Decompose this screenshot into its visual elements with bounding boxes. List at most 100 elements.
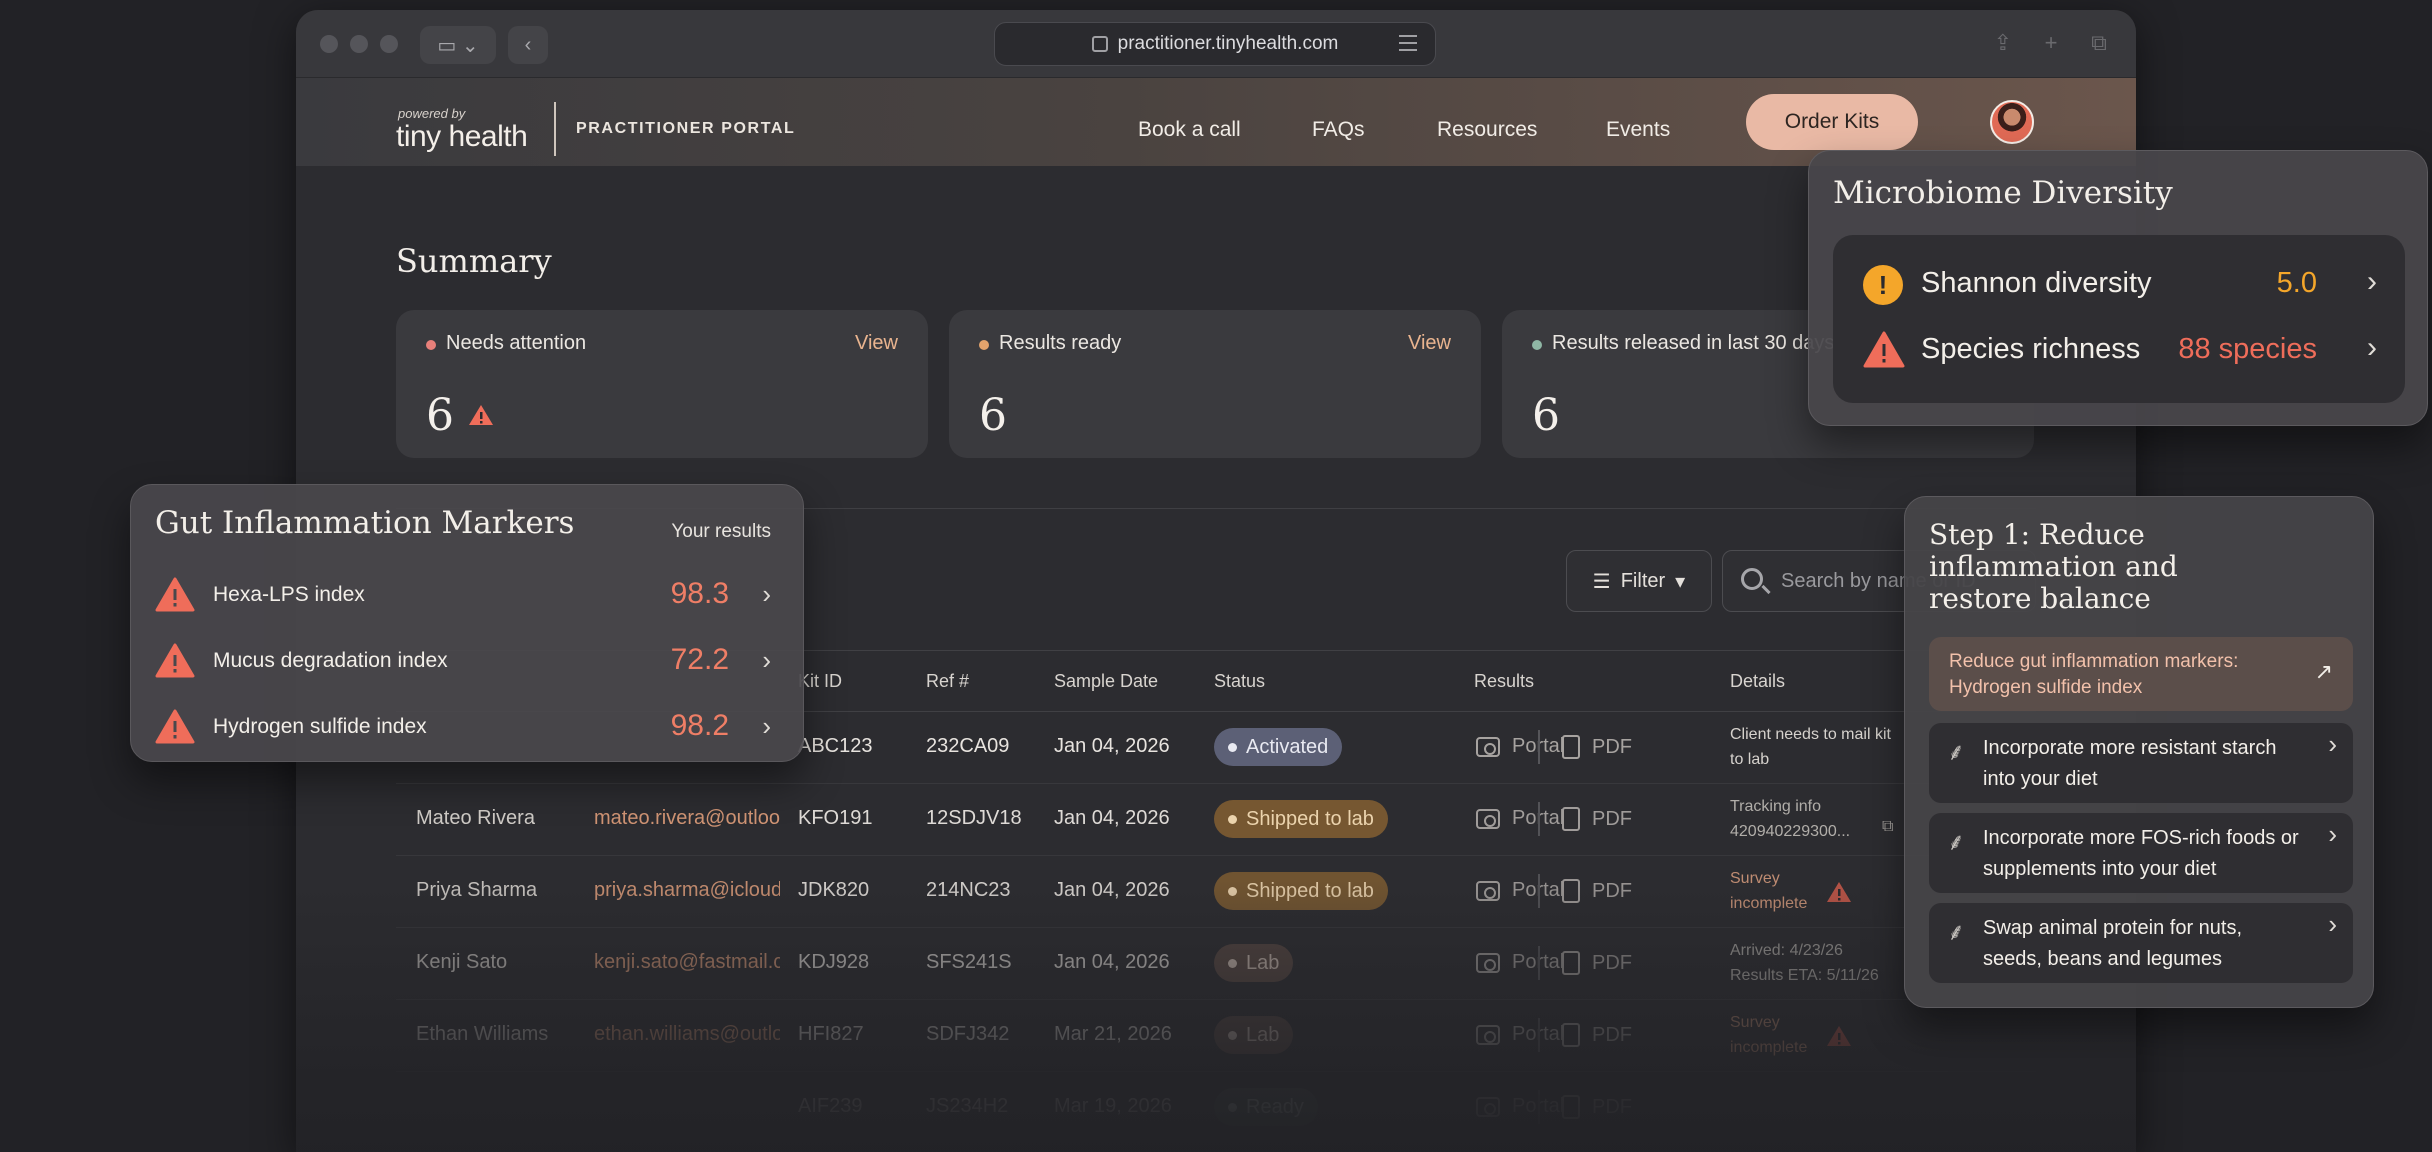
col-details[interactable]: Details: [1730, 671, 1785, 692]
summary-title: Summary: [396, 242, 552, 280]
ref-number: SDFJ342: [926, 1023, 1010, 1045]
zoom-window-button[interactable]: [380, 35, 398, 53]
portal-link[interactable]: Portal: [1476, 735, 1564, 758]
marker-value: 98.2: [670, 709, 729, 742]
col-kit-id[interactable]: Kit ID: [798, 671, 842, 692]
pdf-link[interactable]: PDF: [1562, 807, 1632, 831]
pdf-link[interactable]: PDF: [1562, 879, 1632, 903]
warning-icon: [1827, 1026, 1851, 1046]
close-window-button[interactable]: [320, 35, 338, 53]
recommendation-item[interactable]: ⸙ Incorporate more FOS-rich foods or sup…: [1929, 813, 2353, 893]
marker-row-hydrogen-sulfide[interactable]: Hydrogen sulfide index 98.2 ›: [155, 697, 781, 757]
metric-row-species-richness[interactable]: Species richness 88 species ›: [1833, 319, 2405, 383]
reader-icon[interactable]: [1399, 35, 1417, 56]
client-email[interactable]: mateo.rivera@outloo: [594, 807, 780, 830]
portal-link[interactable]: Portal: [1476, 1095, 1564, 1118]
carrot-icon: ⸙: [1947, 739, 1965, 766]
chevron-right-icon: ›: [2328, 819, 2337, 849]
sample-date: Mar 21, 2026: [1054, 1023, 1172, 1045]
nav-faqs[interactable]: FAQs: [1312, 118, 1365, 142]
col-status[interactable]: Status: [1214, 671, 1265, 692]
sidebar-toggle-button[interactable]: ▭ ⌄: [420, 26, 496, 64]
marker-value: 72.2: [670, 643, 729, 676]
pdf-label: PDF: [1592, 951, 1632, 974]
results-divider: [1538, 1018, 1540, 1052]
client-email[interactable]: kenji.sato@fastmail.c: [594, 951, 780, 974]
table-row[interactable]: Mateo Rivera mateo.rivera@outloo KFO191 …: [396, 784, 2036, 856]
metric-row-shannon[interactable]: ! Shannon diversity 5.0 ›: [1833, 253, 2405, 317]
marker-row-hexa-lps[interactable]: Hexa-LPS index 98.3 ›: [155, 565, 781, 625]
minimize-window-button[interactable]: [350, 35, 368, 53]
client-email[interactable]: ethan.williams@outlo: [594, 1023, 780, 1046]
marker-row-mucus-degradation[interactable]: Mucus degradation index 72.2 ›: [155, 631, 781, 691]
eye-icon: [1476, 880, 1500, 901]
kit-id: KFO191: [798, 807, 873, 829]
details-text: Survey incomplete: [1730, 1014, 1808, 1056]
share-icon[interactable]: ⇪: [1988, 28, 2018, 58]
chevron-right-icon[interactable]: ›: [2367, 265, 2377, 299]
eye-icon: [1476, 808, 1500, 829]
recommendation-item[interactable]: ⸙ Incorporate more resistant starch into…: [1929, 723, 2353, 803]
gut-inflammation-card: Gut Inflammation Markers Your results He…: [130, 484, 804, 762]
kit-id: KDJ928: [798, 951, 870, 973]
portal-link[interactable]: Portal: [1476, 1023, 1564, 1046]
nav-resources[interactable]: Resources: [1437, 118, 1537, 142]
sidebar-icon: ▭ ⌄: [437, 34, 479, 57]
url-text: practitioner.tinyhealth.com: [1117, 33, 1339, 54]
chevron-right-icon[interactable]: ›: [2367, 331, 2377, 365]
your-results-label: Your results: [671, 521, 771, 542]
eye-icon: [1476, 1024, 1500, 1045]
ref-number: JS234H2: [926, 1095, 1009, 1117]
nav-events[interactable]: Events: [1606, 118, 1670, 142]
table-row[interactable]: Priya Sharma priya.sharma@icloud JDK820 …: [396, 856, 2036, 928]
tabs-overview-icon[interactable]: ⧉: [2084, 28, 2114, 58]
results-ready-card[interactable]: Results ready View 6: [949, 310, 1481, 458]
portal-link[interactable]: Portal: [1476, 879, 1564, 902]
portal-link[interactable]: Portal: [1476, 951, 1564, 974]
site-settings-icon: [1091, 36, 1108, 52]
back-button[interactable]: ‹: [508, 26, 548, 64]
client-name: Kenji Sato: [416, 951, 508, 973]
action-plan-card: Step 1: Reduce inflammation and restore …: [1904, 496, 2374, 1008]
table-row[interactable]: Kenji Sato kenji.sato@fastmail.c KDJ928 …: [396, 928, 2036, 1000]
metric-value: 5.0: [2276, 267, 2317, 299]
chevron-right-icon[interactable]: ›: [762, 579, 771, 610]
pdf-link[interactable]: PDF: [1562, 1095, 1632, 1119]
recommendation-item[interactable]: ⸙ Swap animal protein for nuts, seeds, b…: [1929, 903, 2353, 983]
client-email[interactable]: priya.sharma@icloud: [594, 879, 780, 902]
marker-value: 98.3: [670, 577, 729, 610]
copy-icon[interactable]: ⧉: [1882, 818, 1893, 836]
col-ref[interactable]: Ref #: [926, 671, 969, 692]
user-avatar[interactable]: [1990, 100, 2034, 144]
status-dot: [426, 340, 436, 350]
table-row[interactable]: AIF239 JS234H2 Mar 19, 2026 Ready Portal…: [396, 1072, 2036, 1144]
pdf-link[interactable]: PDF: [1562, 951, 1632, 975]
status-text: Lab: [1246, 951, 1280, 974]
tiny-health-logo[interactable]: tiny health: [396, 120, 528, 154]
view-link[interactable]: View: [855, 332, 898, 355]
step-goal-banner[interactable]: Reduce gut inflammation markers: Hydroge…: [1929, 637, 2353, 711]
needs-attention-card[interactable]: Needs attention View 6: [396, 310, 928, 458]
view-link[interactable]: View: [1408, 332, 1451, 355]
pdf-link[interactable]: PDF: [1562, 1023, 1632, 1047]
metric-label: Shannon diversity: [1921, 267, 2152, 299]
portal-link[interactable]: Portal: [1476, 807, 1564, 830]
warning-icon: [469, 405, 493, 425]
col-results[interactable]: Results: [1474, 671, 1534, 692]
col-sample-date[interactable]: Sample Date: [1054, 671, 1158, 692]
pdf-link[interactable]: PDF: [1562, 735, 1632, 759]
sample-date: Jan 04, 2026: [1054, 879, 1170, 901]
microbiome-diversity-card: Microbiome Diversity ! Shannon diversity…: [1808, 150, 2428, 426]
address-bar[interactable]: practitioner.tinyhealth.com: [994, 22, 1436, 66]
caret-down-icon: ▾: [1675, 570, 1686, 593]
filter-button[interactable]: ☰ Filter ▾: [1566, 550, 1712, 612]
chevron-right-icon[interactable]: ›: [762, 711, 771, 742]
order-kits-button[interactable]: Order Kits: [1746, 94, 1918, 150]
table-row[interactable]: Ethan Williams ethan.williams@outlo HFI8…: [396, 1000, 2036, 1072]
new-tab-icon[interactable]: +: [2036, 28, 2066, 58]
warning-icon: [1827, 882, 1851, 902]
results-divider: [1538, 802, 1540, 836]
chevron-right-icon[interactable]: ›: [762, 645, 771, 676]
nav-book-a-call[interactable]: Book a call: [1138, 118, 1241, 142]
status-badge: Activated: [1214, 728, 1343, 766]
